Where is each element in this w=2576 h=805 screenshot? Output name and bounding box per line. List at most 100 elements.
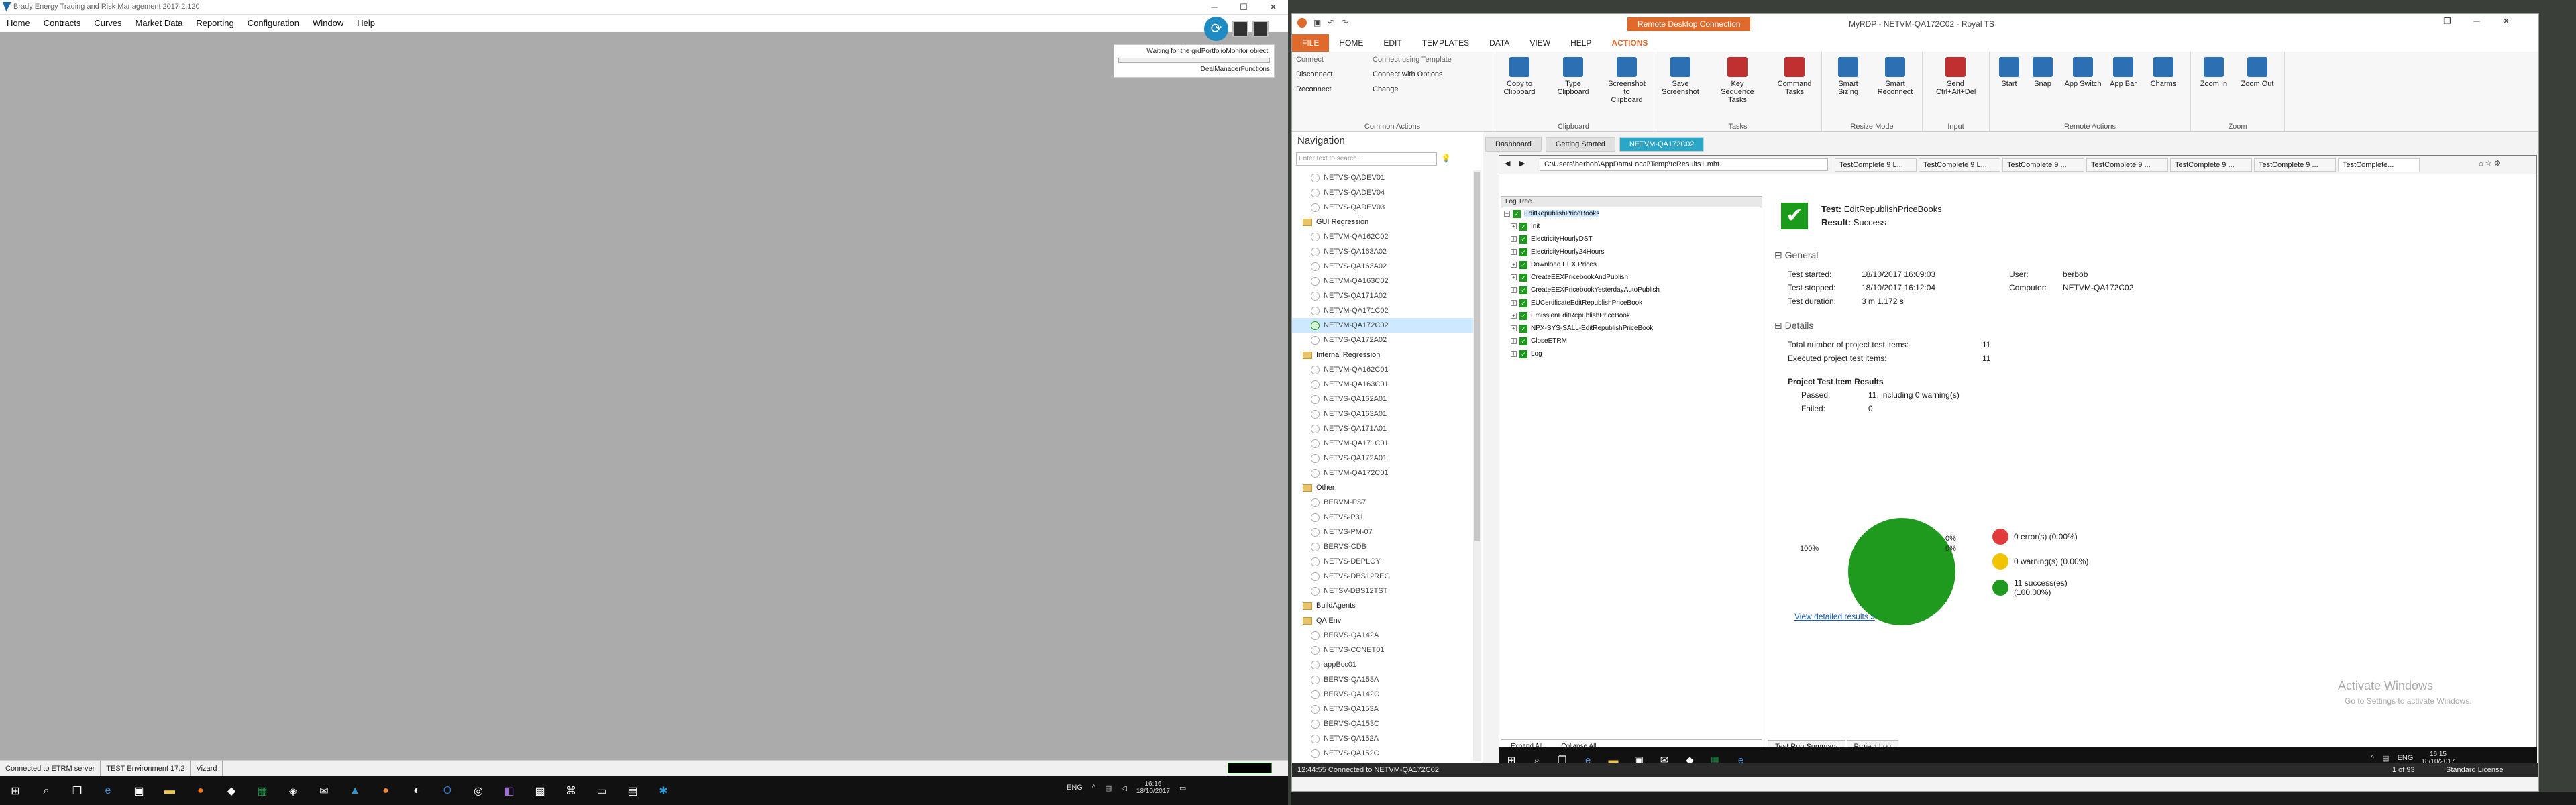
- tab-getting-started[interactable]: Getting Started: [1545, 137, 1615, 152]
- tab-home[interactable]: HOME: [1329, 34, 1373, 52]
- tab-view[interactable]: VIEW: [1519, 34, 1560, 52]
- nav-connection[interactable]: NETVM-QA172C01: [1292, 466, 1473, 480]
- ie-tab[interactable]: TestComplete 9 L...: [1835, 158, 1917, 172]
- app-icon[interactable]: ✉: [314, 781, 334, 801]
- tile-icon[interactable]: [1232, 21, 1248, 37]
- app-icon[interactable]: ⌘: [561, 781, 581, 801]
- nav-connection[interactable]: BERVS-QA142A: [1292, 628, 1473, 643]
- nav-connection[interactable]: BERVM-PS7: [1292, 495, 1473, 510]
- nav-folder[interactable]: GUI Regression: [1292, 215, 1473, 229]
- visual-studio-icon[interactable]: ◧: [499, 781, 519, 801]
- app-icon[interactable]: ▲: [345, 781, 365, 801]
- type-clipboard-button[interactable]: Type Clipboard: [1554, 57, 1593, 96]
- network-icon[interactable]: ▤: [1105, 784, 1112, 792]
- nav-connection[interactable]: NETVM-QA163C01: [1292, 377, 1473, 392]
- ie-tab[interactable]: TestComplete 9 ...: [2086, 158, 2168, 172]
- nav-connection[interactable]: NETVS-QA172A02: [1292, 333, 1473, 347]
- nav-folder[interactable]: Other: [1292, 480, 1473, 495]
- log-tree-item[interactable]: + ✓ EUCertificateEditRepublishPriceBook: [1501, 297, 1762, 309]
- redo-icon[interactable]: ↷: [1341, 18, 1348, 28]
- expand-icon[interactable]: +: [1511, 223, 1517, 229]
- command-tasks-button[interactable]: Command Tasks: [1775, 57, 1814, 96]
- nav-connection[interactable]: NETVS-QADEV01: [1292, 170, 1473, 185]
- left-clock[interactable]: 16:16 18/10/2017: [1136, 780, 1170, 795]
- menu-market-data[interactable]: Market Data: [136, 18, 183, 28]
- maximize-icon[interactable]: ☐: [1229, 0, 1258, 15]
- tab-help[interactable]: HELP: [1560, 34, 1601, 52]
- smart-reconnect-button[interactable]: Smart Reconnect: [1876, 57, 1915, 96]
- log-tree-item[interactable]: + ✓ EmissionEditRepublishPriceBook: [1501, 309, 1762, 322]
- nav-connection[interactable]: BERVS-QA153C: [1292, 716, 1473, 731]
- minimize-icon[interactable]: ─: [2462, 14, 2491, 29]
- tray-icon[interactable]: ^: [2371, 754, 2374, 762]
- app-icon[interactable]: ◎: [468, 781, 488, 801]
- nav-connection[interactable]: NETVS-DBS12REG: [1292, 569, 1473, 584]
- back-icon[interactable]: ◀: [1505, 159, 1510, 168]
- explorer-icon[interactable]: ▬: [160, 781, 180, 801]
- log-tree-item[interactable]: + ✓ CreateEEXPricebookYesterdayAutoPublish: [1501, 284, 1762, 297]
- log-tree-item[interactable]: + ✓ ElectricityHourlyDST: [1501, 233, 1762, 246]
- forward-icon[interactable]: ▶: [1519, 159, 1525, 168]
- nav-connection[interactable]: NETVS-QADEV04: [1292, 185, 1473, 200]
- menu-home[interactable]: Home: [7, 18, 30, 28]
- app-icon[interactable]: ◈: [283, 781, 303, 801]
- connect-button[interactable]: Connect: [1296, 56, 1324, 64]
- log-tree-item[interactable]: + ✓ CloseETRM: [1501, 335, 1762, 347]
- details-header[interactable]: ⊟ Details: [1774, 320, 1813, 331]
- snap-button[interactable]: Snap: [2023, 57, 2062, 88]
- save-screenshot-button[interactable]: Save Screenshot: [1661, 57, 1700, 96]
- tab-data[interactable]: DATA: [1479, 34, 1519, 52]
- nav-folder[interactable]: Internal Regression: [1292, 347, 1473, 362]
- menu-window[interactable]: Window: [313, 18, 343, 28]
- zoom-in-button[interactable]: Zoom In: [2194, 57, 2233, 88]
- scroll-thumb[interactable]: [1474, 172, 1480, 541]
- nav-connection[interactable]: NETVS-QA152A: [1292, 731, 1473, 746]
- nav-connection[interactable]: NETSV-DBS12TST: [1292, 584, 1473, 598]
- log-tree-item[interactable]: + ✓ NPX-SYS-SALL-EditRepublishPriceBook: [1501, 322, 1762, 335]
- ie-tab-active[interactable]: TestComplete...: [2338, 158, 2420, 172]
- notifications-icon[interactable]: ▭: [1179, 784, 1186, 792]
- tab-file[interactable]: FILE: [1292, 34, 1330, 52]
- change-button[interactable]: Change: [1373, 85, 1399, 93]
- save-icon[interactable]: ▣: [1313, 18, 1321, 28]
- nav-connection[interactable]: NETVS-QA163A02: [1292, 244, 1473, 259]
- restore-icon[interactable]: ❐: [2432, 14, 2462, 29]
- nav-connection[interactable]: NETVS-QA152C: [1292, 746, 1473, 761]
- screenshot-clipboard-button[interactable]: Screenshot to Clipboard: [1607, 57, 1646, 104]
- minimize-icon[interactable]: ─: [1199, 0, 1229, 15]
- excel-icon[interactable]: ▦: [252, 781, 272, 801]
- lightbulb-icon[interactable]: 💡: [1441, 154, 1451, 163]
- nav-folder[interactable]: QA Env: [1292, 613, 1473, 628]
- expand-icon[interactable]: +: [1511, 262, 1517, 268]
- nav-connection[interactable]: NETVM-QA163C02: [1292, 274, 1473, 288]
- menu-reporting[interactable]: Reporting: [196, 18, 233, 28]
- tab-templates[interactable]: TEMPLATES: [1412, 34, 1479, 52]
- key-sequence-button[interactable]: Key Sequence Tasks: [1718, 57, 1757, 104]
- brady-task-icon[interactable]: ✱: [653, 781, 674, 801]
- log-tree-item[interactable]: + ✓ Init: [1501, 220, 1762, 233]
- tab-dashboard[interactable]: Dashboard: [1485, 137, 1542, 152]
- language-indicator[interactable]: ENG: [1067, 784, 1083, 792]
- windows-start-icon[interactable]: ⊞: [5, 781, 25, 801]
- home-icon[interactable]: ⌂ ☆ ⚙: [2479, 159, 2500, 168]
- nav-scrollbar[interactable]: [1473, 170, 1481, 761]
- ie-tab[interactable]: TestComplete 9 ...: [2170, 158, 2252, 172]
- nav-folder[interactable]: BuildAgents: [1292, 598, 1473, 613]
- disconnect-button[interactable]: Disconnect: [1296, 70, 1332, 78]
- nav-connection[interactable]: BERVS-QA142C: [1292, 687, 1473, 702]
- nav-search-input[interactable]: Enter text to search...: [1296, 152, 1437, 166]
- expand-icon[interactable]: +: [1511, 300, 1517, 306]
- ie-tab[interactable]: TestComplete 9 ...: [2254, 158, 2336, 172]
- expand-icon[interactable]: +: [1511, 274, 1517, 280]
- nav-connection[interactable]: NETVM-QA171C01: [1292, 436, 1473, 451]
- tray-icon[interactable]: ^: [1092, 784, 1095, 792]
- menu-help[interactable]: Help: [357, 18, 375, 28]
- nav-connection[interactable]: NETVS-QA172A01: [1292, 451, 1473, 466]
- close-icon[interactable]: ✕: [1258, 0, 1288, 15]
- nav-connection[interactable]: BERVS-QA153A: [1292, 672, 1473, 687]
- connect-options-button[interactable]: Connect with Options: [1373, 70, 1443, 78]
- expand-icon[interactable]: +: [1511, 351, 1517, 357]
- expand-icon[interactable]: +: [1511, 249, 1517, 255]
- ie-tab[interactable]: TestComplete 9 ...: [2002, 158, 2084, 172]
- log-tree-item[interactable]: + ✓ Download EEX Prices: [1501, 258, 1762, 271]
